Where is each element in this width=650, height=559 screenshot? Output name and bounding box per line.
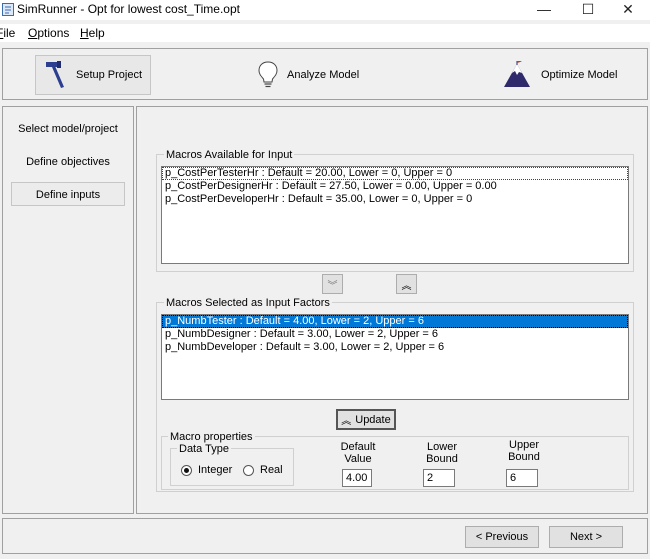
list-item[interactable]: p_NumbTester : Default = 4.00, Lower = 2… — [162, 315, 628, 328]
list-item[interactable]: p_NumbDeveloper : Default = 3.00, Lower … — [162, 341, 628, 354]
analyze-model-button[interactable]: Analyze Model — [257, 55, 377, 95]
update-button[interactable]: ︽ Update — [336, 409, 396, 430]
list-item[interactable]: p_NumbDesigner : Default = 3.00, Lower =… — [162, 328, 628, 341]
footer-bar: < Previous Next > — [2, 518, 648, 554]
upper-bound-field[interactable]: 6 — [506, 469, 538, 487]
radio-integer-dot[interactable] — [181, 464, 192, 476]
data-type-title: Data Type — [177, 443, 231, 455]
toolbar: Setup Project Analyze Model Optimize Mod… — [2, 48, 648, 100]
app-icon — [2, 3, 14, 16]
menu-file[interactable]: File — [0, 26, 15, 40]
available-macros-title: Macros Available for Input — [164, 149, 295, 161]
double-chevron-up-icon: ︽ — [341, 416, 352, 427]
title-bar: SimRunner - Opt for lowest cost_Time.opt… — [0, 0, 650, 20]
lightbulb-icon — [258, 61, 278, 88]
minimize-button[interactable]: — — [522, 0, 566, 20]
default-value-label: Default Value — [340, 441, 376, 465]
integer-radio[interactable]: Integer — [181, 464, 232, 476]
move-up-button[interactable]: ︽ — [396, 274, 417, 294]
menu-help[interactable]: Help — [80, 26, 105, 40]
close-button[interactable]: ✕ — [606, 0, 650, 20]
list-item[interactable]: p_CostPerDeveloperHr : Default = 35.00, … — [162, 193, 628, 206]
move-down-button[interactable]: ︾ — [322, 274, 343, 294]
menu-options[interactable]: Options — [28, 26, 69, 40]
menu-bar: File Options Help — [0, 24, 650, 42]
lower-bound-field[interactable]: 2 — [423, 469, 455, 487]
selected-macros-title: Macros Selected as Input Factors — [164, 297, 332, 309]
analyze-model-label: Analyze Model — [287, 69, 360, 81]
macro-properties-title: Macro properties — [168, 431, 255, 443]
left-nav: Select model/project Define objectives D… — [2, 106, 134, 514]
setup-project-label: Setup Project — [76, 69, 143, 81]
nav-define-inputs[interactable]: Define inputs — [11, 182, 125, 206]
next-button[interactable]: Next > — [549, 526, 623, 548]
lower-bound-label: Lower Bound — [426, 441, 458, 465]
hammer-icon — [46, 61, 64, 88]
selected-macros-list[interactable]: p_NumbTester : Default = 4.00, Lower = 2… — [161, 314, 629, 400]
setup-project-button[interactable]: Setup Project — [35, 55, 151, 95]
default-value-field[interactable]: 4.00 — [342, 469, 372, 487]
upper-bound-label: Upper Bound — [508, 439, 540, 463]
maximize-button[interactable]: ☐ — [566, 0, 610, 20]
radio-real-dot[interactable] — [243, 464, 254, 476]
list-item[interactable]: p_CostPerDesignerHr : Default = 27.50, L… — [162, 180, 628, 193]
window-title: SimRunner - Opt for lowest cost_Time.opt — [17, 2, 240, 16]
previous-button[interactable]: < Previous — [465, 526, 539, 548]
mountain-flag-icon — [504, 61, 530, 87]
optimize-model-button[interactable]: Optimize Model — [503, 55, 633, 95]
nav-define-objectives[interactable]: Define objectives — [11, 150, 125, 174]
nav-select-model[interactable]: Select model/project — [11, 117, 125, 141]
optimize-model-label: Optimize Model — [541, 69, 618, 81]
update-label: Update — [355, 413, 391, 426]
real-radio[interactable]: Real — [243, 464, 283, 476]
integer-label: Integer — [198, 464, 233, 476]
available-macros-list[interactable]: p_CostPerTesterHr : Default = 20.00, Low… — [161, 166, 629, 264]
main-panel: Macros Available for Input p_CostPerTest… — [136, 106, 648, 514]
real-label: Real — [260, 464, 283, 476]
list-item[interactable]: p_CostPerTesterHr : Default = 20.00, Low… — [162, 167, 628, 180]
